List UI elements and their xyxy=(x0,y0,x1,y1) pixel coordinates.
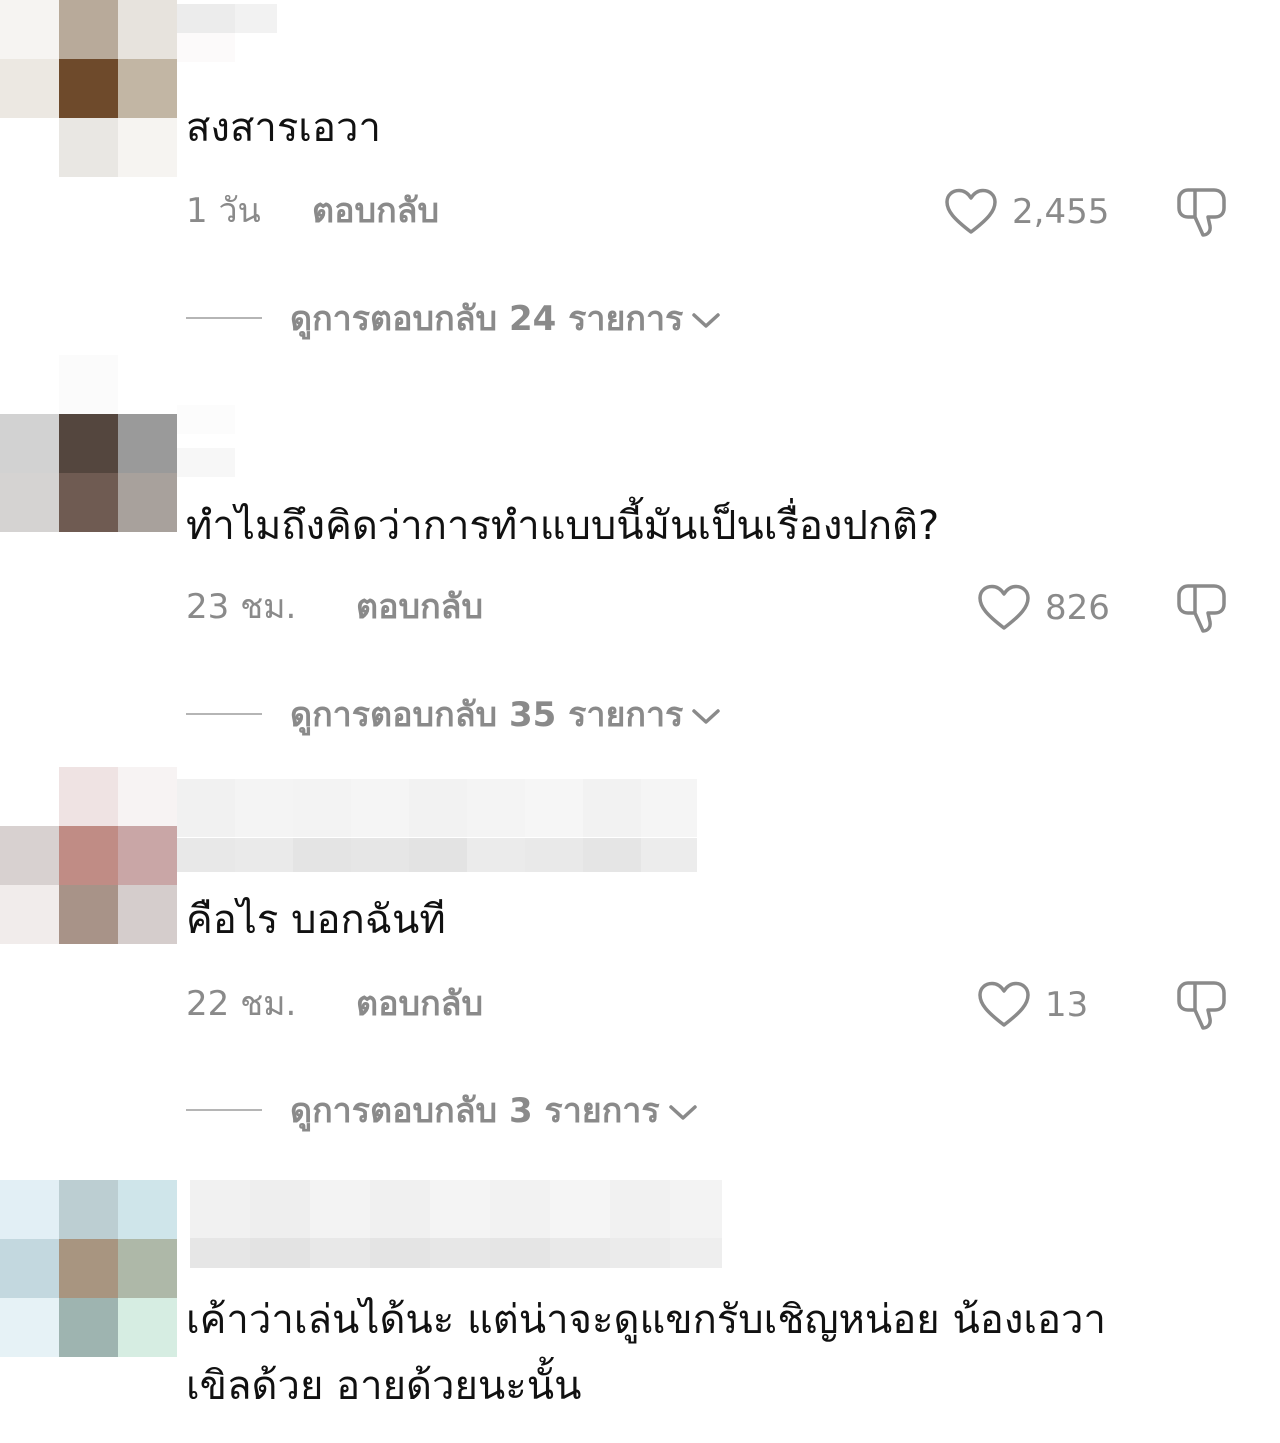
chevron-down-icon xyxy=(692,313,721,328)
chevron-down-icon xyxy=(692,709,721,724)
comment-text-line-2: เขิลด้วย อายด้วยนะนั้น xyxy=(186,1363,582,1409)
comment-time: 22 ชม. xyxy=(186,984,297,1024)
comment-text: เค้าว่าเล่นได้นะ แต่น่าจะดูแขกรับเชิญหน่… xyxy=(186,1297,1106,1343)
comment-item: ทำไมถึงคิดว่าการทำแบบนี้มันเป็นเรื่องปกต… xyxy=(0,355,1280,755)
comment-text: ทำไมถึงคิดว่าการทำแบบนี้มันเป็นเรื่องปกต… xyxy=(186,503,940,549)
heart-outline-icon xyxy=(945,188,997,234)
divider-line xyxy=(186,317,262,319)
avatar[interactable] xyxy=(0,355,177,532)
like-button[interactable]: 826 xyxy=(977,584,1110,632)
dislike-button[interactable] xyxy=(1174,979,1228,1035)
divider-line xyxy=(186,1109,262,1111)
view-replies-button[interactable]: ดูการตอบกลับ 35 รายการ xyxy=(186,689,721,739)
comment-text: คือไร บอกฉันที xyxy=(186,897,446,943)
view-replies-label: ดูการตอบกลับ 3 รายการ xyxy=(290,1091,660,1131)
view-replies-label: ดูการตอบกลับ 35 รายการ xyxy=(290,695,684,735)
avatar[interactable] xyxy=(0,0,177,177)
comment-meta: 23 ชม. ตอบกลับ 826 xyxy=(186,582,1280,633)
like-count: 826 xyxy=(1045,588,1110,628)
reply-button[interactable]: ตอบกลับ xyxy=(356,582,483,632)
thumbs-down-outline-icon xyxy=(1177,584,1226,633)
comment-item: สงสารเอวา 1 วัน ตอบกลับ 2,455 ดูการตอบกล… xyxy=(0,0,1280,360)
like-button[interactable]: 2,455 xyxy=(944,188,1109,236)
comment-text: สงสารเอวา xyxy=(186,105,381,151)
thumbs-down-outline-icon xyxy=(1177,188,1226,237)
username-blurred[interactable] xyxy=(177,405,235,491)
like-button[interactable]: 13 xyxy=(977,981,1088,1029)
comment-meta: 1 วัน ตอบกลับ 2,455 xyxy=(186,186,1280,237)
like-count: 2,455 xyxy=(1012,192,1110,232)
reply-button[interactable]: ตอบกลับ xyxy=(356,979,483,1029)
dislike-button[interactable] xyxy=(1174,582,1228,638)
heart-outline-icon xyxy=(978,584,1030,630)
comment-time: 1 วัน xyxy=(186,191,261,231)
thumbs-down-outline-icon xyxy=(1177,981,1226,1030)
reply-button[interactable]: ตอบกลับ xyxy=(312,186,439,236)
heart-outline-icon xyxy=(978,981,1030,1027)
comment-item: คือไร บอกฉันที 22 ชม. ตอบกลับ 13 ดูการตอ… xyxy=(0,767,1280,1157)
avatar[interactable] xyxy=(0,767,177,944)
comment-item: เค้าว่าเล่นได้นะ แต่น่าจะดูแขกรับเชิญหน่… xyxy=(0,1180,1280,1443)
view-replies-label: ดูการตอบกลับ 24 รายการ xyxy=(290,299,684,339)
divider-line xyxy=(186,713,262,715)
like-count: 13 xyxy=(1045,985,1089,1025)
view-replies-button[interactable]: ดูการตอบกลับ 3 รายการ xyxy=(186,1085,698,1135)
chevron-down-icon xyxy=(668,1105,697,1120)
comment-meta: 22 ชม. ตอบกลับ 13 xyxy=(186,979,1280,1030)
username-blurred[interactable] xyxy=(190,1180,722,1268)
view-replies-button[interactable]: ดูการตอบกลับ 24 รายการ xyxy=(186,293,721,343)
comment-time: 23 ชม. xyxy=(186,587,297,627)
dislike-button[interactable] xyxy=(1174,186,1228,242)
username-blurred[interactable] xyxy=(177,4,277,62)
username-blurred[interactable] xyxy=(177,779,705,873)
avatar[interactable] xyxy=(0,1180,177,1357)
